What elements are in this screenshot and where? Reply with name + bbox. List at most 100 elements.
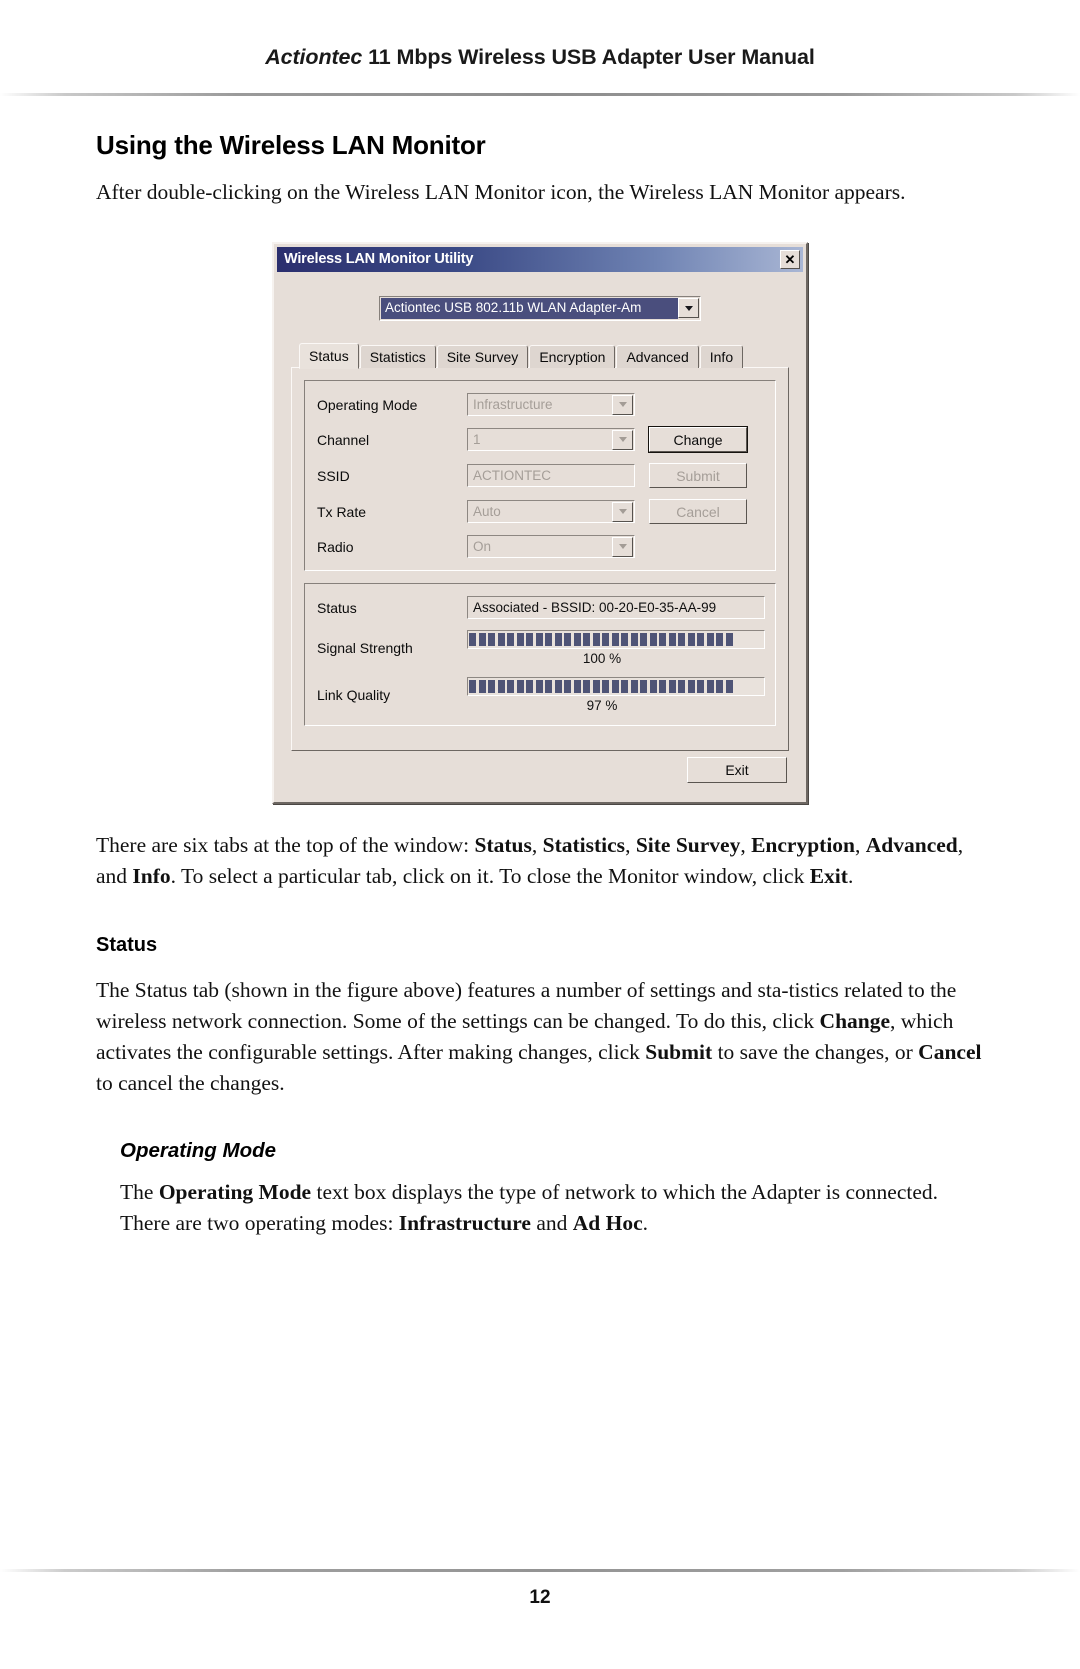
meter-segment <box>678 680 685 693</box>
status-text-3: to save the changes, or <box>712 1040 919 1064</box>
meter-segment <box>630 680 638 693</box>
status-section-paragraph: The Status tab (shown in the figure abov… <box>96 975 984 1099</box>
status-bold-change: Change <box>819 1009 891 1033</box>
meter-segment <box>545 633 552 646</box>
meter-segment <box>659 633 666 646</box>
meter-segment <box>507 633 514 646</box>
chevron-down-icon[interactable] <box>612 394 633 415</box>
meter-segment <box>545 680 552 693</box>
ssid-label: SSID <box>317 467 350 484</box>
tab-encryption[interactable]: Encryption <box>529 345 616 368</box>
chevron-down-icon[interactable] <box>612 536 633 557</box>
footer-divider <box>0 1569 1080 1572</box>
ssid-value: ACTIONTEC <box>473 468 552 483</box>
settings-group: Operating Mode Infrastructure Channel 1 … <box>304 380 776 571</box>
meter-segment <box>526 680 533 693</box>
status-bold-cancel: Cancel <box>918 1040 982 1064</box>
intro-paragraph: After double-clicking on the Wireless LA… <box>96 180 906 204</box>
chevron-down-icon[interactable] <box>612 429 633 450</box>
meter-segment <box>716 680 723 693</box>
meter-segment <box>592 633 600 646</box>
field-row-tx-rate: Tx Rate Auto Cancel <box>317 499 765 524</box>
meter-segment <box>725 633 733 646</box>
chevron-down-icon[interactable] <box>612 501 633 522</box>
tab-statistics-label: Statistics <box>369 349 426 365</box>
om-bold-operating-mode: Operating Mode <box>158 1180 312 1204</box>
meter-segment <box>488 633 495 646</box>
om-text-3: and <box>530 1211 573 1235</box>
cancel-button[interactable]: Cancel <box>649 499 747 524</box>
meter-segment <box>678 633 685 646</box>
tx-rate-value: Auto <box>473 504 501 519</box>
tx-rate-combo[interactable]: Auto <box>467 500 635 523</box>
tabs-text-2: , <box>531 833 543 857</box>
link-quality-meter <box>467 677 765 696</box>
signal-strength-meter <box>467 630 765 649</box>
link-quality-meter-wrap: 97 % <box>467 677 765 713</box>
page-footer: 12 <box>0 1539 1080 1669</box>
om-bold-ad-hoc: Ad Hoc <box>572 1211 643 1235</box>
exit-button[interactable]: Exit <box>687 757 787 783</box>
ssid-input[interactable]: ACTIONTEC <box>467 464 635 487</box>
operating-mode-label: Operating Mode <box>317 396 418 413</box>
tabs-bold-info: Info <box>132 864 171 888</box>
submit-button[interactable]: Submit <box>649 463 747 488</box>
tab-site-survey-label: Site Survey <box>446 349 519 365</box>
tab-info-label: Info <box>709 349 734 365</box>
meter-segment <box>630 633 638 646</box>
meter-segment <box>687 680 695 693</box>
adapter-select-value: Actiontec USB 802.11b WLAN Adapter-Am <box>381 298 678 319</box>
tx-rate-label: Tx Rate <box>317 503 367 520</box>
field-row-status: Status Associated - BSSID: 00-20-E0-35-A… <box>317 596 765 619</box>
channel-label: Channel <box>317 431 370 448</box>
channel-combo[interactable]: 1 <box>467 428 635 451</box>
connection-status-group: Status Associated - BSSID: 00-20-E0-35-A… <box>304 583 776 726</box>
tab-status-label: Status <box>309 348 349 364</box>
tab-encryption-label: Encryption <box>539 349 606 365</box>
status-label: Status <box>317 599 357 616</box>
meter-segment <box>564 633 571 646</box>
status-text-4: to cancel the changes. <box>96 1071 285 1095</box>
manual-title-rest: 11 Mbps Wireless USB Adapter User Manual <box>362 45 815 69</box>
dialog-title: Wireless LAN Monitor Utility <box>284 251 474 267</box>
meter-segment <box>516 680 524 693</box>
tabs-text-4: , <box>740 833 752 857</box>
meter-segment <box>469 680 476 693</box>
meter-segment <box>583 680 590 693</box>
meter-segment <box>611 633 619 646</box>
meter-segment <box>573 680 581 693</box>
tab-info[interactable]: Info <box>699 345 744 368</box>
chevron-down-icon[interactable] <box>678 298 699 318</box>
close-icon[interactable]: ✕ <box>780 250 800 269</box>
field-row-operating-mode: Operating Mode Infrastructure <box>317 393 765 416</box>
field-row-link-quality: Link Quality 97 % <box>317 677 765 713</box>
field-row-channel: Channel 1 Change <box>317 426 765 453</box>
radio-value: On <box>473 539 492 554</box>
tabs-description-paragraph: There are six tabs at the top of the win… <box>96 830 984 892</box>
tab-advanced[interactable]: Advanced <box>616 345 699 368</box>
field-row-ssid: SSID ACTIONTEC Submit <box>317 463 765 488</box>
tabpanel-status: Operating Mode Infrastructure Channel 1 … <box>291 367 789 751</box>
om-text-4: . <box>642 1211 649 1235</box>
om-text-1: The <box>120 1180 159 1204</box>
operating-mode-combo[interactable]: Infrastructure <box>467 393 635 416</box>
tab-status[interactable]: Status <box>299 343 359 369</box>
page-title: Using the Wireless LAN Monitor <box>96 130 486 160</box>
tabs-bold-advanced: Advanced <box>865 833 958 857</box>
meter-segment <box>583 633 590 646</box>
adapter-select[interactable]: Actiontec USB 802.11b WLAN Adapter-Am <box>379 296 701 321</box>
meter-segment <box>640 633 647 646</box>
radio-combo[interactable]: On <box>467 535 635 558</box>
tabs-text-7: . To select a particular tab, click on i… <box>170 864 810 888</box>
tab-site-survey[interactable]: Site Survey <box>436 345 529 368</box>
signal-strength-meter-wrap: 100 % <box>467 630 765 666</box>
tabs-text-8: . <box>847 864 854 888</box>
tab-statistics[interactable]: Statistics <box>359 345 436 368</box>
adapter-row: Actiontec USB 802.11b WLAN Adapter-Am <box>291 296 789 321</box>
meter-segment <box>621 633 628 646</box>
meter-segment <box>649 633 657 646</box>
change-button[interactable]: Change <box>648 426 748 453</box>
tab-advanced-label: Advanced <box>626 349 689 365</box>
meter-segment <box>725 680 733 693</box>
meter-segment <box>716 633 723 646</box>
